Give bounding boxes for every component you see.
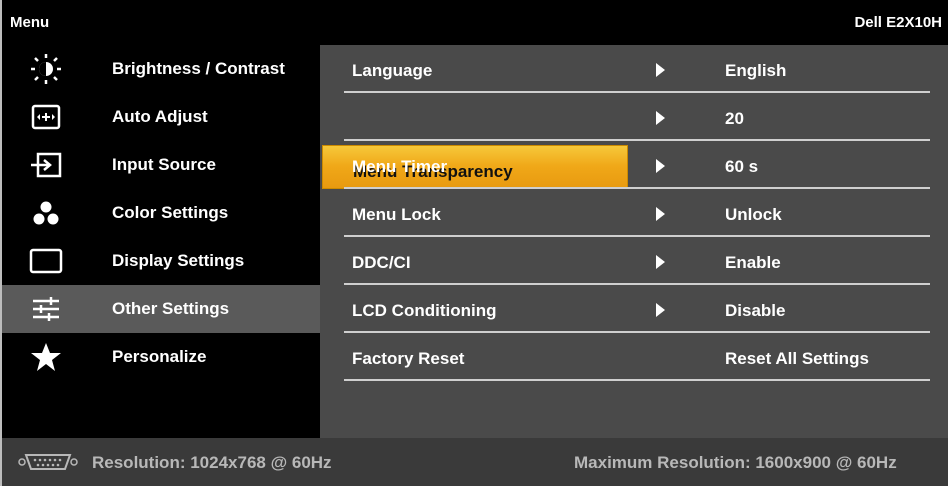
- monitor-model: Dell E2X10H: [854, 14, 942, 31]
- sidebar-item-color-settings[interactable]: Color Settings: [2, 189, 320, 237]
- sidebar-item-label: Color Settings: [112, 203, 229, 222]
- sidebar-item-brightness-contrast[interactable]: Brightness / Contrast: [2, 45, 320, 93]
- setting-row-menu-transparency[interactable]: Menu Transparency 20: [320, 93, 948, 189]
- setting-value: Enable: [725, 253, 781, 272]
- sidebar-item-auto-adjust[interactable]: Auto Adjust: [2, 93, 320, 141]
- sidebar-item-label: Brightness / Contrast: [112, 59, 285, 78]
- osd-menu: Menu Dell E2X10H Brightness / Contrast A…: [0, 0, 948, 486]
- setting-name: Language: [352, 61, 433, 80]
- vga-port-icon: [18, 452, 78, 472]
- display-settings-icon: [28, 245, 64, 277]
- setting-name: Factory Reset: [352, 349, 465, 368]
- sidebar-item-display-settings[interactable]: Display Settings: [2, 237, 320, 285]
- setting-row-menu-lock[interactable]: Menu Lock Unlock: [320, 189, 948, 237]
- setting-name: Menu Timer: [352, 157, 448, 176]
- sidebar: Brightness / Contrast Auto Adjust Input …: [2, 45, 320, 438]
- arrow-right-icon: [656, 255, 665, 269]
- setting-row-factory-reset[interactable]: Factory Reset Reset All Settings: [320, 333, 948, 381]
- sidebar-item-other-settings[interactable]: Other Settings: [2, 285, 320, 333]
- sidebar-item-input-source[interactable]: Input Source: [2, 141, 320, 189]
- arrow-right-icon: [656, 159, 665, 173]
- sidebar-item-label: Input Source: [112, 155, 216, 174]
- arrow-right-icon: [656, 63, 665, 77]
- setting-row-menu-timer[interactable]: Menu Timer 60 s: [320, 141, 948, 189]
- settings-panel: Language English Menu Transparency 20 Me…: [320, 45, 948, 438]
- setting-value: English: [725, 61, 787, 80]
- menu-title: Menu: [10, 14, 50, 31]
- sidebar-item-personalize[interactable]: Personalize: [2, 333, 320, 381]
- sidebar-item-label: Personalize: [112, 347, 207, 366]
- star-icon: [28, 341, 64, 373]
- setting-value: Unlock: [725, 205, 782, 224]
- status-bar: Resolution: 1024x768 @ 60Hz Maximum Reso…: [2, 438, 948, 486]
- arrow-right-icon: [656, 207, 665, 221]
- setting-row-language[interactable]: Language English: [320, 45, 948, 93]
- setting-name: DDC/CI: [352, 253, 411, 272]
- maximum-resolution: Maximum Resolution: 1600x900 @ 60Hz: [574, 453, 897, 472]
- arrow-right-icon: [656, 111, 665, 125]
- setting-value: 60 s: [725, 157, 759, 176]
- input-source-icon: [28, 149, 64, 181]
- auto-adjust-icon: [28, 101, 64, 133]
- sliders-icon: [28, 293, 64, 325]
- setting-row-lcd-conditioning[interactable]: LCD Conditioning Disable: [320, 285, 948, 333]
- setting-value: Disable: [725, 301, 786, 320]
- setting-value: Reset All Settings: [725, 349, 869, 368]
- setting-value: 20: [725, 109, 744, 128]
- color-settings-icon: [28, 197, 64, 229]
- setting-name: Menu Lock: [352, 205, 441, 224]
- row-divider: [344, 379, 930, 381]
- current-resolution: Resolution: 1024x768 @ 60Hz: [92, 453, 332, 472]
- menu-header: Menu Dell E2X10H: [2, 0, 948, 45]
- arrow-right-icon: [656, 303, 665, 317]
- brightness-icon: [28, 53, 64, 85]
- sidebar-item-label: Auto Adjust: [112, 107, 208, 126]
- setting-name: LCD Conditioning: [352, 301, 497, 320]
- sidebar-item-label: Display Settings: [112, 251, 245, 270]
- sidebar-item-label: Other Settings: [112, 299, 230, 318]
- setting-row-ddc-ci[interactable]: DDC/CI Enable: [320, 237, 948, 285]
